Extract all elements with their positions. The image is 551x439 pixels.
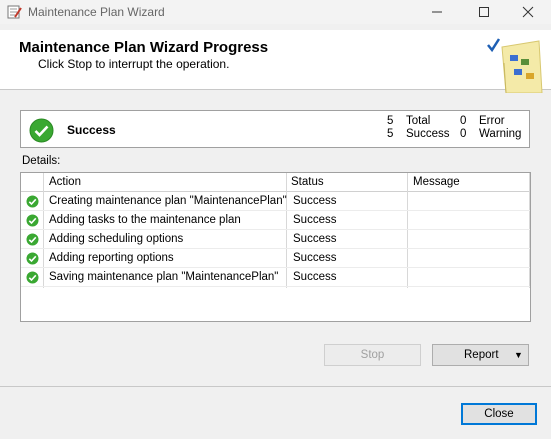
table-row[interactable]: Adding reporting options Success bbox=[21, 249, 530, 268]
window-title: Maintenance Plan Wizard bbox=[28, 5, 165, 19]
summary-panel: Success 5 Total 0 Error 5 Success 0 Warn… bbox=[20, 110, 530, 148]
row-status: Success bbox=[293, 195, 337, 207]
table-row[interactable]: Saving maintenance plan "MaintenancePlan… bbox=[21, 268, 530, 287]
total-label: Total bbox=[406, 115, 431, 127]
warning-label: Warning bbox=[479, 128, 522, 140]
close-button[interactable]: Close bbox=[461, 403, 537, 425]
minimize-button[interactable] bbox=[414, 0, 460, 24]
dropdown-arrow-icon: ▼ bbox=[514, 350, 523, 360]
maximize-button[interactable] bbox=[461, 0, 507, 24]
column-header-action[interactable]: Action bbox=[49, 176, 81, 188]
summary-status: Success bbox=[67, 123, 116, 137]
success-icon bbox=[29, 118, 54, 143]
column-header-message[interactable]: Message bbox=[413, 176, 460, 188]
table-header: Action Status Message bbox=[21, 173, 530, 192]
row-status: Success bbox=[293, 252, 337, 264]
column-header-status[interactable]: Status bbox=[291, 176, 324, 188]
warning-count: 0 bbox=[460, 128, 467, 140]
row-status: Success bbox=[293, 271, 337, 283]
divider bbox=[0, 386, 551, 387]
table-row[interactable]: Adding scheduling options Success bbox=[21, 230, 530, 249]
row-action: Saving maintenance plan "MaintenancePlan… bbox=[49, 271, 279, 283]
error-label: Error bbox=[479, 115, 505, 127]
maximize-icon bbox=[479, 7, 489, 17]
success-count: 5 bbox=[387, 128, 394, 140]
row-action: Adding tasks to the maintenance plan bbox=[49, 214, 241, 226]
success-label: Success bbox=[406, 128, 450, 140]
details-label: Details: bbox=[22, 155, 61, 167]
success-check-icon bbox=[26, 214, 39, 227]
title-bar: Maintenance Plan Wizard bbox=[0, 0, 551, 24]
row-action: Adding reporting options bbox=[49, 252, 174, 264]
total-count: 5 bbox=[387, 115, 394, 127]
row-action: Creating maintenance plan "MaintenancePl… bbox=[49, 195, 287, 207]
page-subtitle: Click Stop to interrupt the operation. bbox=[38, 57, 230, 71]
report-button-label: Report bbox=[464, 349, 499, 361]
success-check-icon bbox=[26, 233, 39, 246]
table-row[interactable]: Adding tasks to the maintenance plan Suc… bbox=[21, 211, 530, 230]
row-status: Success bbox=[293, 233, 337, 245]
close-window-button[interactable] bbox=[505, 0, 551, 24]
success-check-icon bbox=[26, 271, 39, 284]
table-row[interactable]: Creating maintenance plan "MaintenancePl… bbox=[21, 192, 530, 211]
stop-button[interactable]: Stop bbox=[324, 344, 421, 366]
success-check-icon bbox=[26, 195, 39, 208]
row-status: Success bbox=[293, 214, 337, 226]
minimize-icon bbox=[432, 11, 442, 13]
wizard-header: Maintenance Plan Wizard Progress Click S… bbox=[0, 30, 551, 93]
report-button[interactable]: Report ▼ bbox=[432, 344, 529, 366]
details-table[interactable]: Action Status Message Creating maintenan… bbox=[20, 172, 531, 322]
wizard-graphic-icon bbox=[487, 38, 543, 93]
row-action: Adding scheduling options bbox=[49, 233, 184, 245]
app-icon bbox=[7, 5, 22, 19]
close-icon bbox=[522, 6, 534, 18]
success-check-icon bbox=[26, 252, 39, 265]
page-title: Maintenance Plan Wizard Progress bbox=[19, 39, 269, 56]
error-count: 0 bbox=[460, 115, 467, 127]
